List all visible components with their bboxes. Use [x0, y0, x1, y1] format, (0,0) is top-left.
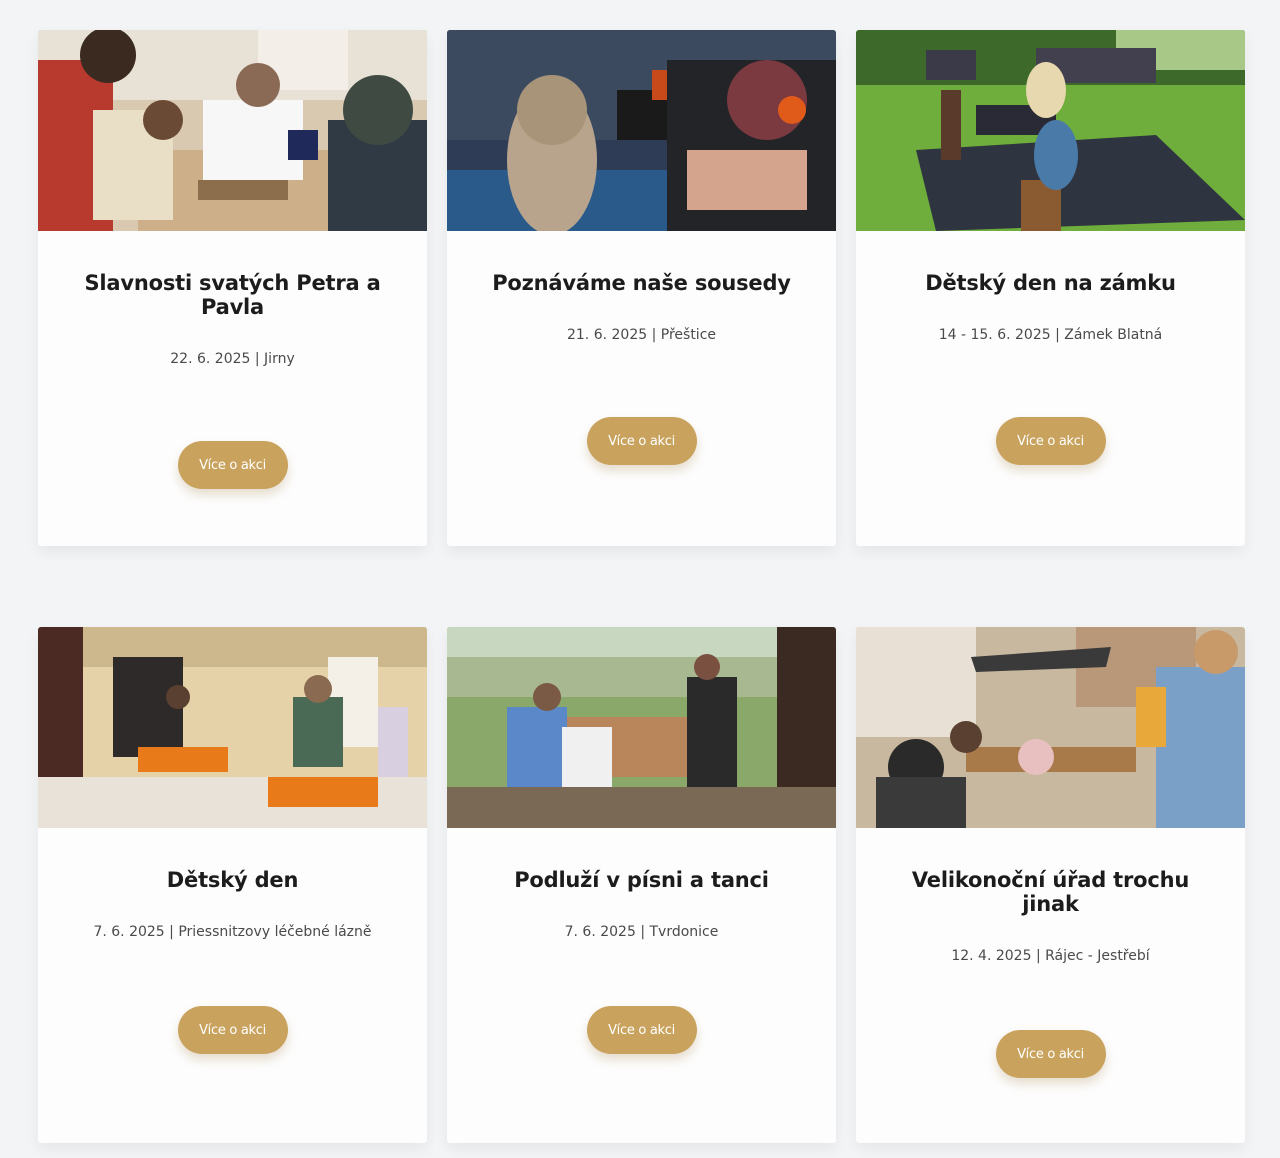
event-place: Zámek Blatná	[1064, 327, 1163, 343]
more-info-button[interactable]: Více o akci	[995, 417, 1106, 465]
event-meta: 7. 6. 2025 | Priessnitzovy léčebné lázně	[93, 924, 371, 940]
event-date: 7. 6. 2025	[93, 924, 165, 940]
event-title: Dětský den na zámku	[925, 271, 1176, 295]
more-info-button[interactable]: Více o akci	[995, 1030, 1106, 1078]
photo-indoor-workbenches-icon	[38, 627, 427, 828]
meta-separator: |	[1055, 327, 1060, 343]
event-card: Velikonoční úřad trochu jinak 12. 4. 202…	[856, 627, 1245, 1143]
event-meta: 12. 4. 2025 | Rájec - Jestřebí	[951, 948, 1149, 964]
photo-workshop-kids-icon	[38, 30, 427, 231]
event-place: Rájec - Jestřebí	[1045, 948, 1150, 964]
event-meta: 21. 6. 2025 | Přeštice	[567, 327, 716, 343]
event-title: Podluží v písni a tanci	[514, 868, 769, 892]
event-card: Dětský den na zámku 14 - 15. 6. 2025 | Z…	[856, 30, 1245, 546]
event-date: 22. 6. 2025	[170, 351, 251, 367]
event-date: 7. 6. 2025	[564, 924, 636, 940]
event-place: Přeštice	[660, 327, 717, 343]
meta-separator: |	[640, 924, 646, 940]
event-place: Tvrdonice	[649, 924, 719, 940]
event-date: 14 - 15. 6. 2025	[938, 327, 1051, 343]
event-card: Podluží v písni a tanci 7. 6. 2025 | Tvr…	[447, 627, 836, 1143]
photo-outdoor-tables-icon	[447, 627, 836, 828]
event-title: Slavnosti svatých Petra a Pavla	[84, 271, 381, 319]
event-meta: 22. 6. 2025 | Jirny	[170, 351, 294, 367]
event-photo[interactable]	[447, 30, 836, 231]
meta-separator: |	[651, 327, 657, 343]
more-info-button[interactable]: Více o akci	[586, 417, 697, 465]
meta-separator: |	[254, 351, 260, 367]
event-title: Dětský den	[166, 868, 299, 892]
event-photo[interactable]	[447, 627, 836, 828]
meta-separator: |	[1035, 948, 1041, 964]
event-photo[interactable]	[38, 30, 427, 231]
event-photo[interactable]	[856, 30, 1245, 231]
events-grid: Slavnosti svatých Petra a Pavla 22. 6. 2…	[38, 30, 1245, 1143]
more-info-button[interactable]: Více o akci	[177, 441, 288, 489]
event-card: Dětský den 7. 6. 2025 | Priessnitzovy lé…	[38, 627, 427, 1143]
event-photo[interactable]	[856, 627, 1245, 828]
event-title: Poznáváme naše sousedy	[492, 271, 791, 295]
more-info-button[interactable]: Více o akci	[177, 1006, 288, 1054]
event-meta: 7. 6. 2025 | Tvrdonice	[565, 924, 719, 940]
event-title: Velikonoční úřad trochu jinak	[911, 868, 1190, 916]
event-date: 21. 6. 2025	[566, 327, 648, 343]
event-place: Priessnitzovy léčebné lázně	[178, 924, 372, 940]
event-meta: 14 - 15. 6. 2025 | Zámek Blatná	[939, 327, 1163, 343]
more-info-button[interactable]: Více o akci	[586, 1006, 697, 1054]
photo-park-tents-icon	[856, 30, 1245, 231]
photo-chainsaw-carving-icon	[447, 30, 836, 231]
photo-courtyard-crowd-icon	[856, 627, 1245, 828]
event-card: Poznáváme naše sousedy 21. 6. 2025 | Pře…	[447, 30, 836, 546]
event-photo[interactable]	[38, 627, 427, 828]
meta-separator: |	[169, 924, 174, 940]
event-date: 12. 4. 2025	[951, 948, 1032, 964]
event-card: Slavnosti svatých Petra a Pavla 22. 6. 2…	[38, 30, 427, 546]
event-place: Jirny	[264, 351, 295, 367]
